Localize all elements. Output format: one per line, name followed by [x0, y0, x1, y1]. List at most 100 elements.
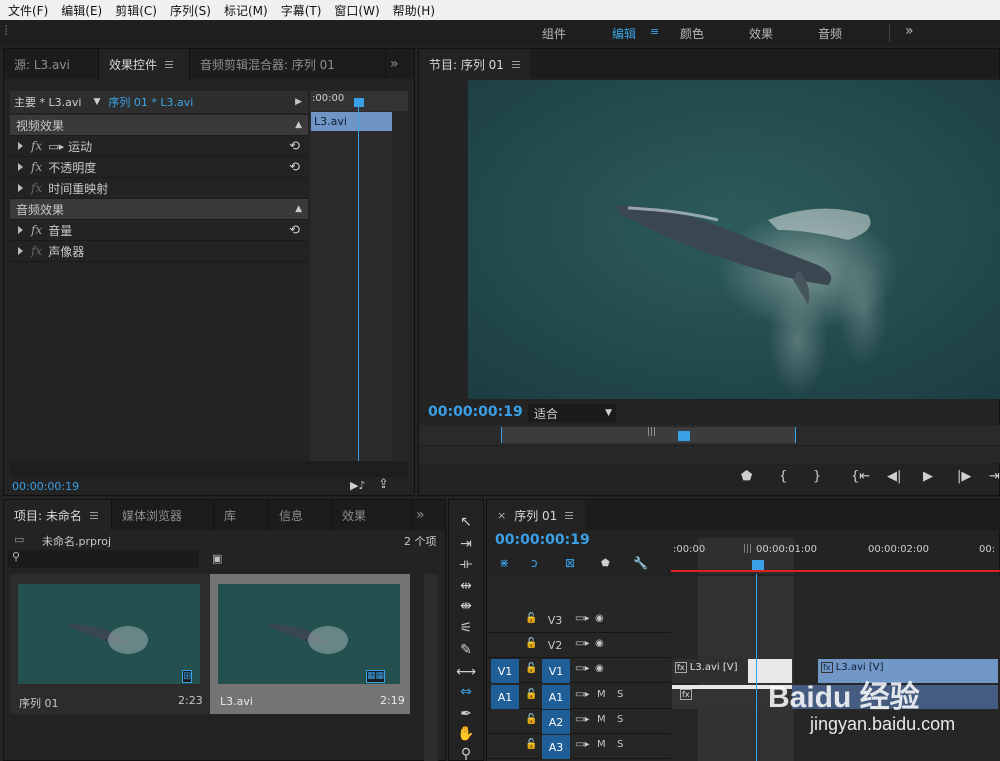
panel-menu-icon[interactable]	[565, 511, 574, 519]
program-video-frame[interactable]	[468, 80, 1000, 399]
go-to-out-icon[interactable]: ⇥	[989, 469, 1000, 484]
track-source-label[interactable]	[489, 609, 515, 631]
close-icon[interactable]: ×	[497, 509, 506, 522]
panel-overflow[interactable]: »	[386, 49, 409, 79]
tab-libraries[interactable]: 库	[214, 500, 269, 530]
effect-panner[interactable]: fx 声像器	[10, 241, 308, 262]
workspace-color[interactable]: 颜色	[680, 25, 704, 42]
track-source-label[interactable]: A1	[491, 685, 519, 709]
export-icon[interactable]: ⇪	[378, 477, 389, 492]
tab-effect-controls[interactable]: 效果控件	[99, 49, 190, 79]
audio-only-icon[interactable]: ▶♪	[350, 479, 365, 492]
project-item-sequence[interactable]: ⊞ 序列 01 2:23	[10, 574, 210, 714]
slide-tool-icon[interactable]: ⇔	[455, 684, 477, 704]
track-select-tool-icon[interactable]: ⇥	[455, 536, 477, 556]
mute-button[interactable]: M	[597, 714, 606, 725]
play-icon[interactable]: ▶	[923, 469, 933, 484]
scroll-bar[interactable]	[419, 447, 1000, 463]
panel-menu-icon[interactable]	[165, 60, 174, 68]
scrollbar[interactable]	[392, 111, 408, 461]
new-bin-icon[interactable]: ▣	[212, 552, 222, 565]
workspace-assembly[interactable]: 组件	[542, 25, 566, 42]
sync-lock-icon[interactable]: ▭▸	[575, 663, 589, 674]
playhead-icon[interactable]	[678, 431, 690, 441]
lock-icon[interactable]: 🔓	[525, 613, 537, 624]
tab-effects[interactable]: 效果	[332, 500, 412, 530]
go-to-in-icon[interactable]: {⇤	[851, 469, 870, 484]
clip-video-1[interactable]: fx L3.avi [V]	[672, 659, 792, 683]
program-scrubber[interactable]: |||	[419, 425, 1000, 445]
expand-icon[interactable]	[18, 163, 23, 171]
mute-button[interactable]: M	[597, 739, 606, 750]
lock-icon[interactable]: 🔓	[525, 638, 537, 649]
track-name[interactable]: A1	[542, 685, 570, 709]
collapse-icon[interactable]: ▲	[295, 120, 302, 130]
zoom-handle-icon[interactable]: |||	[647, 427, 656, 437]
track-area[interactable]: fx L3.avi [V] fx L3.avi [V] fx	[671, 574, 1000, 761]
menu-help[interactable]: 帮助(H)	[393, 2, 435, 19]
menu-window[interactable]: 窗口(W)	[334, 2, 379, 19]
solo-button[interactable]: S	[617, 689, 623, 700]
effect-controls-timecode[interactable]: 00:00:00:19	[12, 480, 79, 493]
mark-out-icon[interactable]: }	[813, 469, 821, 484]
expand-icon[interactable]	[18, 184, 23, 192]
fit-dropdown[interactable]: 适合 ▼	[528, 404, 616, 422]
add-marker-icon[interactable]: ⬟	[601, 558, 610, 569]
rolling-edit-tool-icon[interactable]: ⇹	[455, 578, 477, 598]
linked-selection-icon[interactable]: ⊠	[565, 556, 575, 570]
lock-icon[interactable]: 🔓	[525, 739, 537, 750]
effect-motion[interactable]: fx ▭▸ 运动 ⟲	[10, 136, 308, 157]
menu-sequence[interactable]: 序列(S)	[170, 2, 211, 19]
track-name[interactable]: A3	[542, 735, 570, 759]
eye-icon[interactable]: ◉	[595, 663, 604, 674]
mark-in-icon[interactable]: {	[779, 469, 787, 484]
slip-tool-icon[interactable]: ✎	[455, 642, 477, 662]
settings-wrench-icon[interactable]: 🔧	[633, 556, 648, 570]
mute-button[interactable]: M	[597, 689, 606, 700]
scrollbar[interactable]	[424, 574, 438, 761]
solo-button[interactable]: S	[617, 739, 623, 750]
effect-volume[interactable]: fx 音量 ⟲	[10, 220, 308, 241]
effect-time-remap[interactable]: fx 时间重映射	[10, 178, 308, 199]
hand-tool-icon[interactable]: ✋	[455, 726, 477, 746]
panel-menu-icon[interactable]	[511, 60, 520, 68]
transform-icon[interactable]: ▭▸	[48, 140, 64, 153]
slip-bracket-tool-icon[interactable]: ⟷	[455, 664, 477, 684]
scrollbar-horizontal[interactable]	[10, 461, 408, 477]
lock-icon[interactable]: 🔓	[525, 663, 537, 674]
effect-mini-timeline[interactable]: :00:00 L3.avi	[310, 91, 408, 461]
sync-lock-icon[interactable]: ▭▸	[575, 689, 589, 700]
playhead-icon[interactable]	[752, 560, 764, 570]
nest-toggle-icon[interactable]: ⋇	[499, 556, 509, 570]
track-name[interactable]: A2	[542, 710, 570, 734]
menu-file[interactable]: 文件(F)	[8, 2, 48, 19]
program-timecode[interactable]: 00:00:00:19	[428, 404, 523, 420]
track-source-label[interactable]: V1	[491, 659, 519, 683]
tab-media-browser[interactable]: 媒体浏览器	[112, 500, 214, 530]
sync-lock-icon[interactable]: ▭▸	[575, 739, 589, 750]
workspace-editing[interactable]: 编辑	[612, 25, 636, 42]
sync-lock-icon[interactable]: ▭▸	[575, 714, 589, 725]
step-back-icon[interactable]: ◀|	[887, 469, 901, 484]
clip-audio-1[interactable]: fx	[672, 685, 998, 709]
expand-icon[interactable]	[18, 247, 23, 255]
menu-title[interactable]: 字幕(T)	[281, 2, 322, 19]
effect-opacity[interactable]: fx 不透明度 ⟲	[10, 157, 308, 178]
tab-program[interactable]: 节目: 序列 01	[419, 49, 530, 79]
workspace-menu-icon[interactable]: ≡	[650, 25, 659, 38]
sync-lock-icon[interactable]: ▭▸	[575, 638, 589, 649]
panel-overflow[interactable]: »	[412, 500, 435, 530]
track-name[interactable]: V2	[542, 634, 568, 656]
ripple-edit-tool-icon[interactable]: ⟛	[455, 556, 477, 576]
collapse-icon[interactable]: ▲	[295, 204, 302, 214]
menu-clip[interactable]: 剪辑(C)	[115, 2, 157, 19]
track-name[interactable]: V3	[542, 609, 568, 631]
timeline-timecode[interactable]: 00:00:00:19	[495, 532, 590, 548]
eye-icon[interactable]: ◉	[595, 613, 604, 624]
track-name[interactable]: V1	[542, 659, 570, 683]
workspace-audio[interactable]: 音频	[818, 25, 842, 42]
expand-arrow-icon[interactable]: ▶	[295, 97, 302, 107]
workspace-overflow[interactable]: »	[905, 23, 914, 39]
expand-icon[interactable]	[18, 226, 23, 234]
track-source-label[interactable]	[489, 710, 515, 732]
